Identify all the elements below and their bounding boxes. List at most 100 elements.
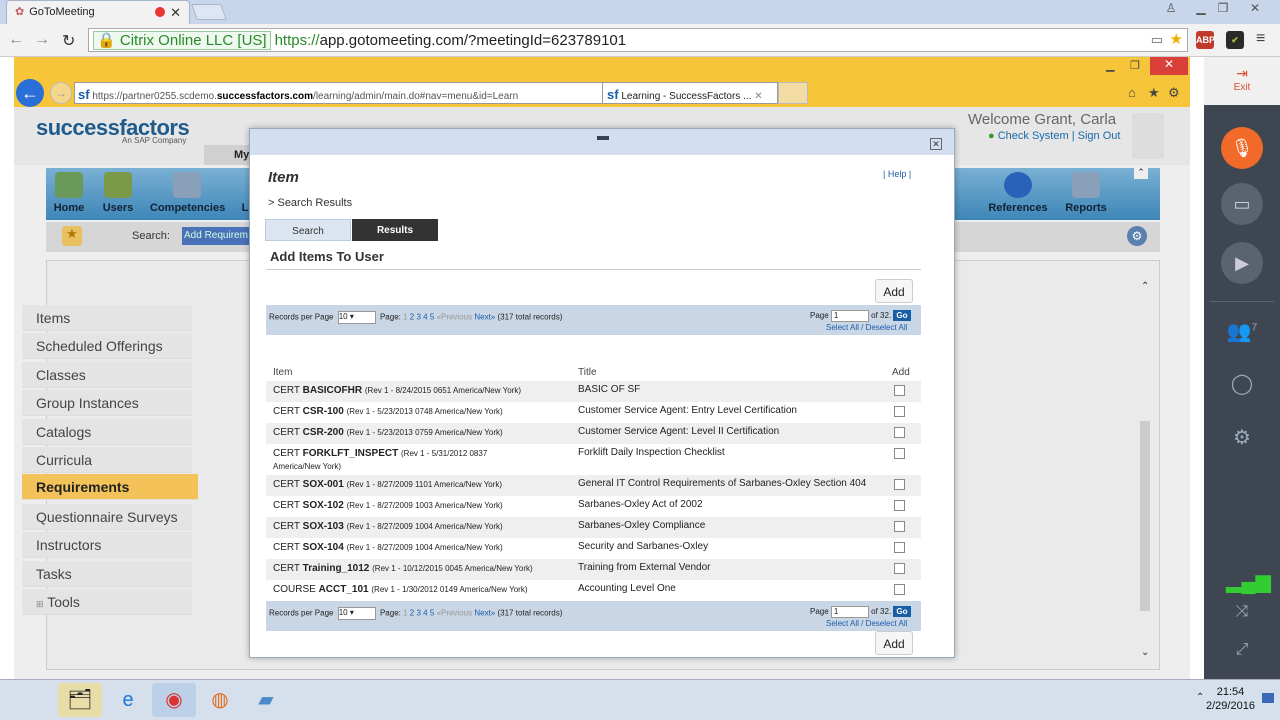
page-link-3[interactable]: 3 [416, 313, 420, 322]
ie-close-button[interactable]: ✕ [1150, 57, 1188, 75]
minimize-button[interactable]: ▁ [1190, 1, 1212, 19]
shuffle-icon[interactable]: ⤨ [1226, 603, 1258, 621]
ie-new-tab-button[interactable] [778, 82, 808, 104]
add-checkbox[interactable] [894, 542, 905, 553]
nav-reports[interactable]: Reports [1062, 172, 1110, 214]
expand-plus-icon[interactable]: ⊞ [36, 599, 44, 609]
modal-close-icon[interactable]: ✕ [930, 138, 942, 150]
page-link-2[interactable]: 2 [410, 609, 414, 618]
page-input[interactable]: 1 [830, 310, 869, 322]
screen-share-icon[interactable]: ▭ [1221, 183, 1263, 225]
add-checkbox[interactable] [894, 479, 905, 490]
exit-button[interactable]: ⇥ Exit [1204, 57, 1280, 105]
app-window-icon[interactable]: ▰ [244, 683, 288, 717]
ie-restore-button[interactable]: ❐ [1130, 59, 1140, 72]
page-link-4[interactable]: 4 [423, 609, 427, 618]
menu-tools[interactable]: ⊞ Tools [22, 589, 192, 615]
nav-competencies[interactable]: Competencies [150, 172, 225, 214]
ie-address-bar[interactable]: sf https://partner0255.scdemo.successfac… [74, 82, 612, 104]
back-arrow-icon[interactable]: ← [8, 31, 24, 49]
ie-back-arrow-icon[interactable]: ← [16, 79, 44, 107]
page-link-3[interactable]: 3 [416, 609, 420, 618]
add-checkbox[interactable] [894, 584, 905, 595]
add-checkbox[interactable] [894, 427, 905, 438]
ie-favorites-star-icon[interactable]: ★ [1148, 85, 1160, 101]
new-tab-button[interactable] [191, 4, 227, 20]
webcam-icon[interactable]: ▶ [1221, 242, 1263, 284]
ev-certificate-badge[interactable]: 🔒 Citrix Online LLC [US] [93, 31, 271, 50]
menu-tasks[interactable]: Tasks [22, 561, 192, 587]
menu-questionnaire-surveys[interactable]: Questionnaire Surveys [22, 504, 192, 530]
microphone-muted-icon[interactable]: 🎙 [1221, 127, 1263, 169]
add-checkbox[interactable] [894, 563, 905, 574]
sign-out-link[interactable]: Sign Out [1078, 130, 1121, 142]
page-scrollbar[interactable]: ⌃ ⌄ [1138, 277, 1154, 667]
tab-search[interactable]: Search [265, 219, 351, 241]
forward-arrow-icon[interactable]: → [34, 31, 50, 49]
drag-handle-icon[interactable] [597, 136, 609, 140]
menu-classes[interactable]: Classes [22, 362, 192, 388]
scroll-down-chevron-icon[interactable]: ⌄ [1141, 647, 1149, 658]
select-all-link[interactable]: Select All / Deselect All [826, 323, 907, 332]
ie-home-icon[interactable]: ⌂ [1128, 85, 1136, 100]
collapse-nav-chevron-icon[interactable]: ⌃ [1134, 167, 1148, 179]
user-avatar[interactable] [1132, 113, 1164, 159]
chrome-icon[interactable]: ◉ [152, 683, 196, 717]
reload-icon[interactable]: ↻ [62, 31, 75, 51]
go-button[interactable]: Go [893, 606, 911, 618]
records-per-page-select[interactable]: 10 ▾ [337, 311, 376, 324]
menu-requirements[interactable]: Requirements [22, 474, 198, 500]
page-input[interactable]: 1 [830, 606, 869, 618]
add-button-top[interactable]: Add [875, 279, 913, 303]
next-link[interactable]: Next» [474, 609, 495, 618]
add-checkbox[interactable] [894, 406, 905, 417]
address-bar[interactable]: 🔒 Citrix Online LLC [US] https://app.goto… [88, 28, 1188, 52]
help-link[interactable]: | Help | [883, 169, 911, 179]
page-link-4[interactable]: 4 [423, 313, 427, 322]
chrome-menu-icon[interactable]: ≡ [1256, 30, 1265, 48]
next-link[interactable]: Next» [474, 313, 495, 322]
records-per-page-select[interactable]: 10 ▾ [337, 607, 376, 620]
favorites-star-icon[interactable]: ★ [62, 226, 82, 246]
modal-titlebar[interactable] [250, 129, 954, 155]
checkmark-extension-icon[interactable]: ✔ [1226, 31, 1244, 49]
tab-results[interactable]: Results [352, 219, 438, 241]
menu-scheduled-offerings[interactable]: Scheduled Offerings [22, 333, 192, 359]
adblock-extension-icon[interactable]: ABP [1196, 31, 1215, 49]
menu-group-instances[interactable]: Group Instances [22, 390, 192, 416]
ie-minimize-button[interactable]: ▁ [1106, 59, 1114, 72]
add-checkbox[interactable] [894, 500, 905, 511]
show-desktop-icon[interactable] [1262, 693, 1274, 703]
page-link-5[interactable]: 5 [430, 313, 434, 322]
cast-icon[interactable]: ▭ [1151, 32, 1163, 48]
menu-curricula[interactable]: Curricula [22, 447, 192, 473]
internet-explorer-icon[interactable]: e [106, 683, 150, 717]
attendees-icon[interactable]: 👥7 [1226, 319, 1258, 344]
nav-home[interactable]: Home [52, 172, 86, 214]
bookmark-star-icon[interactable]: ★ [1170, 30, 1183, 48]
menu-catalogs[interactable]: Catalogs [22, 419, 192, 445]
page-link-5[interactable]: 5 [430, 609, 434, 618]
select-all-link[interactable]: Select All / Deselect All [826, 619, 907, 628]
nav-references[interactable]: References [986, 172, 1050, 214]
menu-items[interactable]: Items [22, 305, 192, 331]
nav-users[interactable]: Users [100, 172, 136, 214]
add-checkbox[interactable] [894, 385, 905, 396]
add-checkbox[interactable] [894, 521, 905, 532]
chrome-tab-gotomeeting[interactable]: ✿ GoToMeeting ✕ [6, 0, 190, 24]
tab-close-icon[interactable]: ✕ [170, 5, 181, 21]
go-button[interactable]: Go [893, 310, 911, 322]
system-clock[interactable]: 21:54 2/29/2016 [1206, 685, 1255, 713]
settings-gear-icon[interactable]: ⚙ [1127, 226, 1147, 246]
ie-forward-arrow-icon[interactable]: → [50, 82, 72, 104]
restore-button[interactable]: ❐ [1212, 1, 1234, 19]
menu-instructors[interactable]: Instructors [22, 532, 192, 558]
ie-settings-gear-icon[interactable]: ⚙ [1168, 85, 1180, 101]
add-button-bottom[interactable]: Add [875, 631, 913, 655]
chat-bubble-icon[interactable]: ◯ [1226, 371, 1258, 396]
file-explorer-icon[interactable]: 🗂 [58, 683, 102, 717]
ie-tab-learning[interactable]: sf Learning - SuccessFactors ... ✕ [602, 82, 778, 104]
add-checkbox[interactable] [894, 448, 905, 459]
check-system-link[interactable]: Check System [998, 130, 1069, 142]
settings-gear-icon[interactable]: ⚙ [1226, 425, 1258, 450]
